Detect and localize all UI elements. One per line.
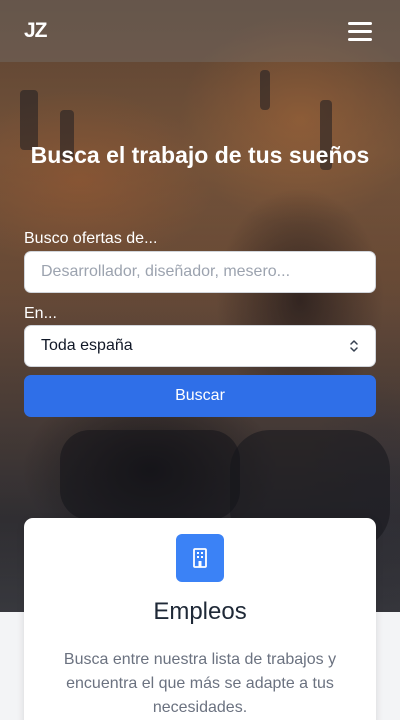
brand-logo[interactable]: JZ (24, 19, 47, 43)
jobs-card[interactable]: Empleos Busca entre nuestra lista de tra… (24, 518, 376, 720)
search-button[interactable]: Buscar (24, 375, 376, 417)
keyword-search-input[interactable]: Desarrollador, diseñador, mesero... (24, 251, 376, 293)
keyword-label: Busco ofertas de... (24, 230, 158, 247)
hero-title: Busca el trabajo de tus sueños (30, 142, 370, 168)
top-navbar: JZ (0, 0, 400, 62)
menu-line (348, 30, 372, 33)
location-label: En... (24, 305, 57, 322)
background-tool (260, 70, 270, 110)
keyword-placeholder: Desarrollador, diseñador, mesero... (41, 263, 291, 280)
card-title: Empleos (153, 598, 247, 625)
background-machine (60, 430, 240, 520)
card-description: Busca entre nuestra lista de trabajos y … (63, 651, 337, 716)
hamburger-menu-icon[interactable] (348, 21, 374, 41)
location-value: Toda españa (41, 337, 133, 354)
menu-line (348, 22, 372, 25)
location-select[interactable]: Toda españa (24, 325, 376, 367)
menu-line (348, 38, 372, 41)
building-icon (176, 534, 224, 582)
chevron-updown-icon (350, 340, 358, 352)
